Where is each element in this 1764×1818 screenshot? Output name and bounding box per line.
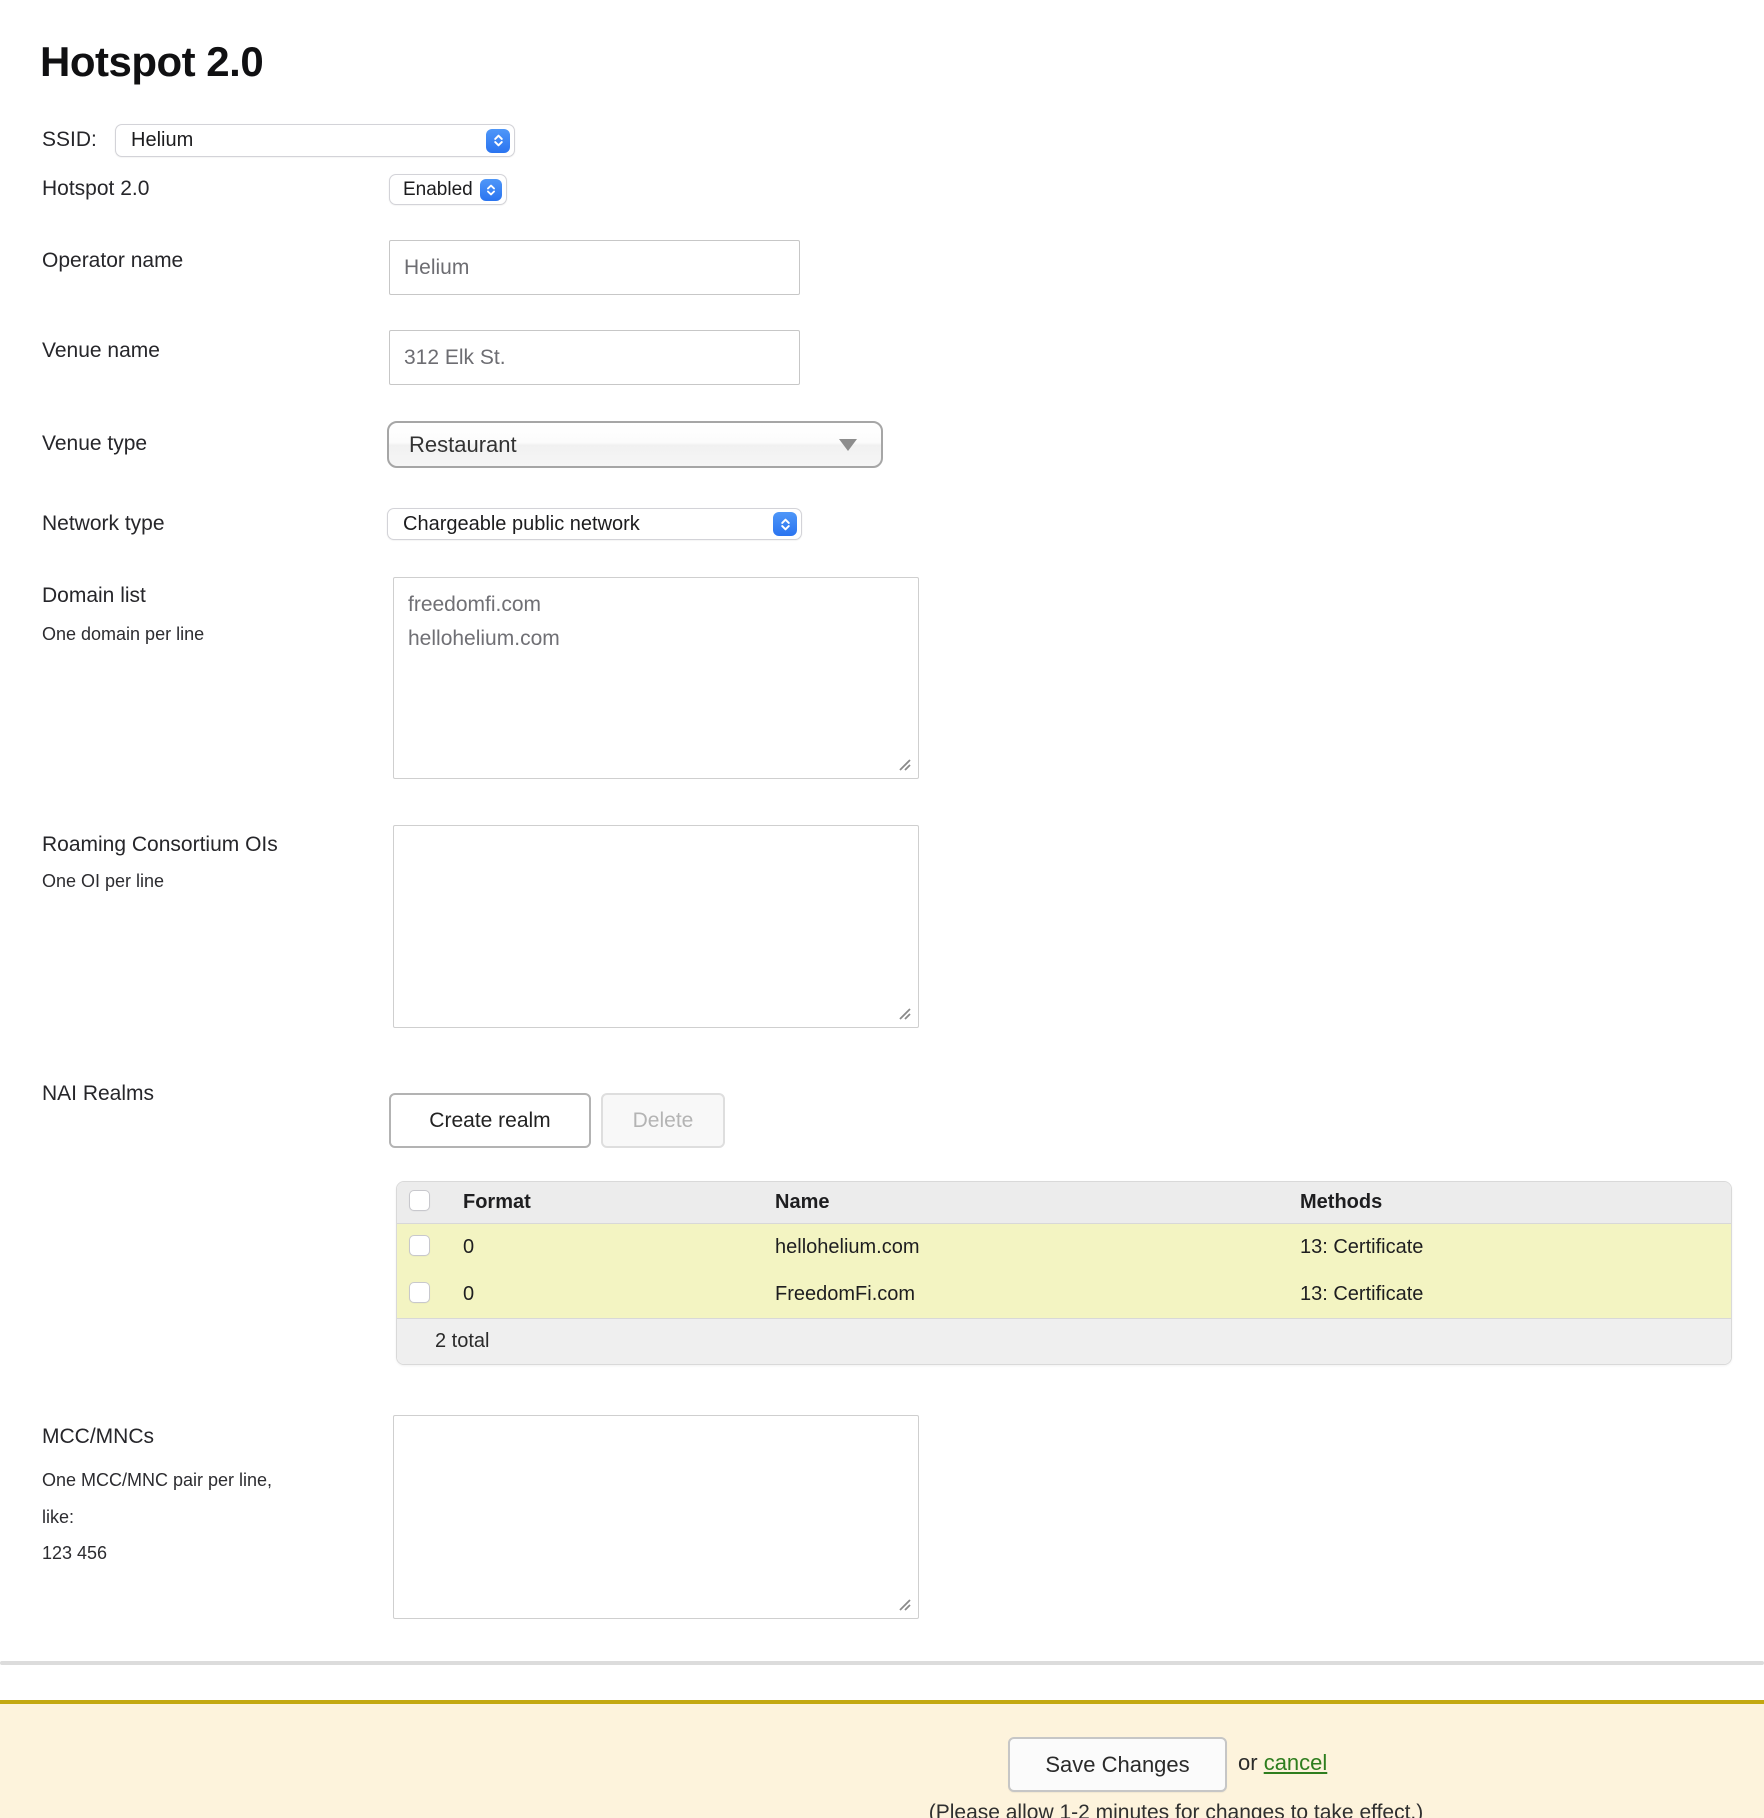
column-header-format: Format	[463, 1191, 775, 1214]
network-type-select[interactable]: Chargeable public network	[387, 508, 802, 540]
realm-name: hellohelium.com	[775, 1236, 1300, 1259]
row-checkbox[interactable]	[409, 1235, 430, 1256]
roaming-ois-help: One OI per line	[42, 871, 164, 892]
cancel-link[interactable]: cancel	[1264, 1750, 1328, 1775]
select-stepper-icon	[773, 512, 797, 536]
delete-realm-button: Delete	[601, 1093, 725, 1148]
page-title: Hotspot 2.0	[40, 38, 263, 86]
nai-realms-rows: 0 hellohelium.com 13: Certificate 0 Free…	[397, 1224, 1731, 1318]
realm-format: 0	[463, 1283, 775, 1306]
roaming-ois-textarea[interactable]	[393, 825, 919, 1028]
create-realm-button[interactable]: Create realm	[389, 1093, 591, 1148]
hotspot-enabled-value: Enabled	[403, 179, 473, 201]
realm-methods: 13: Certificate	[1300, 1283, 1731, 1306]
realm-name: FreedomFi.com	[775, 1283, 1300, 1306]
section-divider	[0, 1661, 1764, 1665]
ssid-label: SSID:	[42, 128, 97, 152]
roaming-ois-label: Roaming Consortium OIs	[42, 833, 278, 857]
nai-realms-table: Format Name Methods 0 hellohelium.com 13…	[396, 1181, 1732, 1365]
column-header-name: Name	[775, 1191, 1300, 1214]
hotspot-settings-page: Hotspot 2.0 SSID: Helium Hotspot 2.0 Ena…	[0, 0, 1764, 1818]
or-cancel: or cancel	[1238, 1750, 1327, 1776]
mcc-mnc-help-line: like:	[42, 1499, 272, 1536]
hotspot-enabled-select[interactable]: Enabled	[389, 174, 507, 205]
row-checkbox[interactable]	[409, 1282, 430, 1303]
select-all-checkbox[interactable]	[409, 1190, 430, 1211]
mcc-mnc-textarea[interactable]	[393, 1415, 919, 1619]
network-type-value: Chargeable public network	[403, 513, 640, 536]
domain-list-label: Domain list	[42, 584, 146, 608]
or-text: or	[1238, 1750, 1258, 1775]
mcc-mnc-label: MCC/MNCs	[42, 1425, 154, 1449]
select-stepper-icon	[486, 129, 510, 153]
venue-type-label: Venue type	[42, 432, 147, 456]
venue-type-select[interactable]: Restaurant	[387, 421, 883, 468]
table-row[interactable]: 0 FreedomFi.com 13: Certificate	[397, 1271, 1731, 1318]
domain-list-textarea[interactable]: freedomfi.com hellohelium.com	[393, 577, 919, 779]
dropdown-arrow-icon	[839, 439, 857, 451]
table-row[interactable]: 0 hellohelium.com 13: Certificate	[397, 1224, 1731, 1271]
nai-realms-table-footer: 2 total	[397, 1318, 1731, 1364]
realm-format: 0	[463, 1236, 775, 1259]
save-bar: Save Changes or cancel (Please allow 1-2…	[0, 1700, 1764, 1818]
hotspot-enabled-label: Hotspot 2.0	[42, 177, 149, 201]
domain-list-help: One domain per line	[42, 624, 204, 645]
ssid-select-value: Helium	[131, 129, 193, 152]
nai-realms-label: NAI Realms	[42, 1082, 154, 1106]
column-header-methods: Methods	[1300, 1191, 1731, 1214]
realm-count: 2 total	[435, 1330, 489, 1353]
save-changes-button[interactable]: Save Changes	[1008, 1737, 1227, 1792]
save-note: (Please allow 1-2 minutes for changes to…	[915, 1801, 1437, 1818]
mcc-mnc-help: One MCC/MNC pair per line, like: 123 456	[42, 1462, 272, 1572]
operator-name-label: Operator name	[42, 249, 183, 273]
ssid-select[interactable]: Helium	[115, 124, 515, 157]
mcc-mnc-help-line: One MCC/MNC pair per line,	[42, 1462, 272, 1499]
nai-realms-table-header: Format Name Methods	[397, 1182, 1731, 1224]
realm-methods: 13: Certificate	[1300, 1236, 1731, 1259]
venue-name-label: Venue name	[42, 339, 160, 363]
select-stepper-icon	[480, 179, 502, 201]
mcc-mnc-help-line: 123 456	[42, 1535, 272, 1572]
venue-type-value: Restaurant	[409, 432, 517, 458]
network-type-label: Network type	[42, 512, 165, 536]
venue-name-input[interactable]	[389, 330, 800, 385]
operator-name-input[interactable]	[389, 240, 800, 295]
